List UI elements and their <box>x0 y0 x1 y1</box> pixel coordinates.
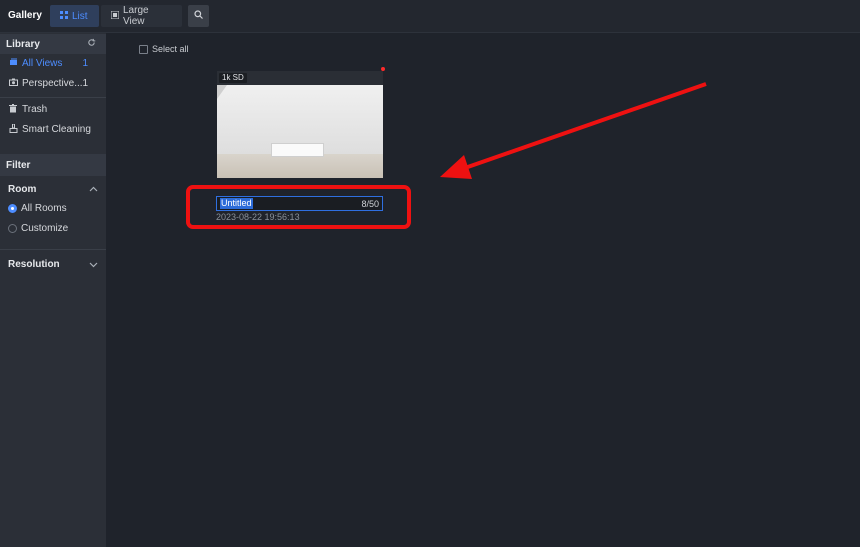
annotation-arrow-icon <box>440 82 707 179</box>
